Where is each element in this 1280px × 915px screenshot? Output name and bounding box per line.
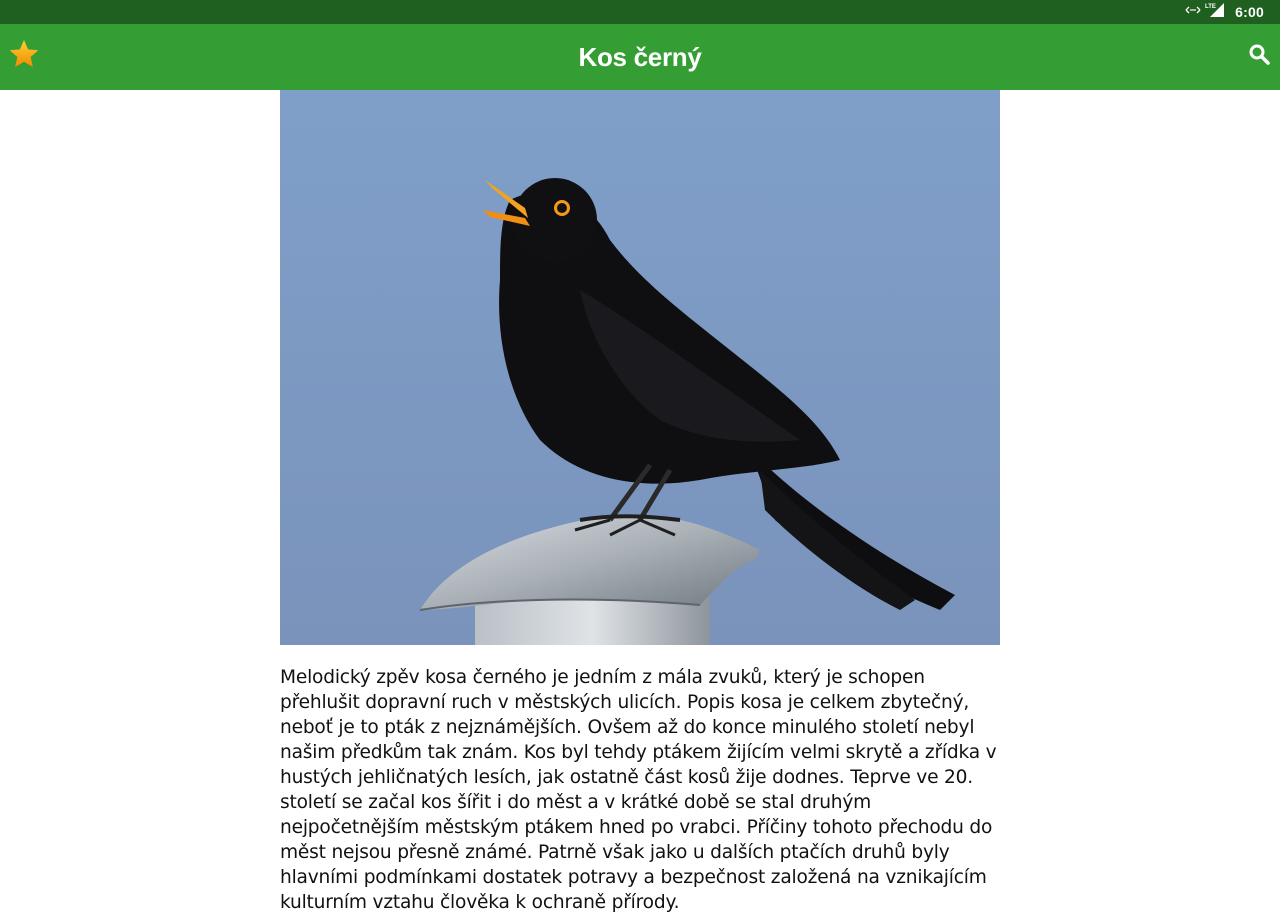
article-body: Melodický zpěv kosa černého je jedním z … [280, 667, 997, 913]
data-sync-icon [1185, 3, 1201, 21]
search-button[interactable] [1246, 43, 1272, 69]
status-indicators: LTE 6:00 [1185, 0, 1264, 24]
article-content: Melodický zpěv kosa černého je jedním z … [280, 90, 1000, 915]
status-bar: LTE 6:00 [0, 0, 1280, 24]
blackbird-photo [280, 90, 1000, 650]
status-icons: LTE [1185, 2, 1225, 23]
network-type-label: LTE [1205, 4, 1216, 10]
status-time: 6:00 [1235, 4, 1264, 20]
search-icon [1248, 43, 1270, 70]
signal-icon: LTE [1205, 2, 1225, 23]
page-title: Kos černý [578, 41, 702, 72]
app-bar: Kos černý [0, 24, 1280, 90]
